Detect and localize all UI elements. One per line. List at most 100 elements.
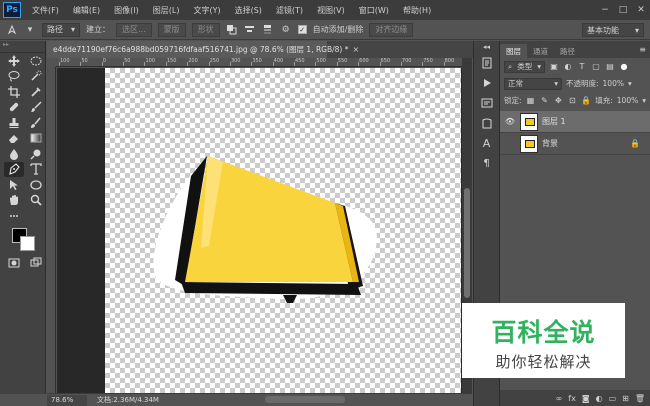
make-shape-button[interactable]: 形状 [191, 22, 220, 37]
type-filter-icon[interactable]: T [577, 62, 587, 71]
fill-value[interactable]: 100% [617, 96, 638, 105]
align-edges-button[interactable]: 对齐边缘 [369, 22, 414, 37]
auto-add-delete-checkbox[interactable]: ✓ [297, 25, 307, 34]
horizontal-ruler[interactable]: 100 50 0 50 100 150 200 250 300 350 400 450 500 550 60… [56, 58, 462, 67]
maximize-button[interactable]: □ [614, 5, 632, 15]
more-tools-icon[interactable] [4, 208, 24, 224]
document-info[interactable]: 文档:2.36M/4.34M [97, 395, 159, 405]
stamp-icon[interactable] [4, 115, 24, 131]
background-color-swatch[interactable] [20, 235, 35, 251]
tool-mode-select[interactable]: 路径 ▾ [42, 22, 81, 37]
quick-mask-icon[interactable] [4, 256, 24, 272]
actions-panel-icon[interactable] [474, 73, 499, 93]
pen-icon[interactable] [4, 161, 24, 177]
lasso-icon[interactable] [4, 69, 24, 85]
menu-window[interactable]: 窗口(W) [352, 5, 396, 16]
delete-layer-icon[interactable]: 🗑 [635, 394, 645, 403]
ellipse-icon[interactable] [26, 177, 46, 193]
history-panel-icon[interactable] [474, 53, 499, 73]
zoom-icon[interactable] [26, 193, 46, 209]
hand-icon[interactable] [4, 193, 24, 209]
menu-filter[interactable]: 滤镜(T) [269, 5, 310, 16]
gear-icon[interactable]: ⚙ [280, 24, 292, 36]
marquee-icon[interactable] [26, 53, 46, 69]
panel-menu-icon[interactable]: ≡ [639, 45, 650, 54]
pen-tool-preset-icon[interactable] [6, 24, 18, 36]
opacity-value[interactable]: 100% [603, 79, 624, 88]
document-tab[interactable]: e4dde71190ef76c6a988bd059716fdfaaf516741… [47, 41, 359, 58]
crop-icon[interactable] [4, 84, 24, 100]
filter-kind-select[interactable]: ⌕ 类型 ▾ [504, 60, 545, 73]
ruler-corner[interactable] [47, 58, 56, 67]
close-button[interactable]: ✕ [632, 5, 650, 15]
close-icon[interactable]: × [353, 45, 360, 54]
chevron-down-icon[interactable]: ▾ [628, 79, 632, 88]
menu-view[interactable]: 视图(V) [310, 5, 352, 16]
adjustments-panel-icon[interactable] [474, 113, 499, 133]
layer-style-icon[interactable]: fx [568, 394, 576, 403]
healing-icon[interactable] [4, 100, 24, 116]
menu-type[interactable]: 文字(Y) [186, 5, 227, 16]
pixel-filter-icon[interactable]: ▣ [549, 62, 559, 71]
tab-layers[interactable]: 图层 [500, 44, 527, 58]
lock-image-icon[interactable]: ✎ [539, 96, 549, 105]
path-select-icon[interactable] [4, 177, 24, 193]
eraser-icon[interactable] [4, 131, 24, 147]
menu-file[interactable]: 文件(F) [25, 5, 66, 16]
eye-icon[interactable]: 👁 [504, 117, 516, 126]
lock-transparent-icon[interactable]: ▦ [526, 96, 536, 105]
adjustment-filter-icon[interactable]: ◐ [563, 62, 573, 71]
lock-position-icon[interactable]: ✥ [553, 96, 563, 105]
tab-channels[interactable]: 通道 [527, 44, 554, 58]
new-layer-icon[interactable]: ⊞ [622, 394, 629, 403]
quick-select-icon[interactable] [26, 69, 46, 85]
layer-name[interactable]: 图层 1 [542, 116, 566, 127]
zoom-field[interactable]: 78.6% [47, 394, 87, 406]
panel-grip[interactable]: ▸▸ [0, 41, 45, 53]
layer-name[interactable]: 背景 [542, 138, 558, 149]
properties-panel-icon[interactable] [474, 93, 499, 113]
eyedropper-icon[interactable] [26, 84, 46, 100]
brush-icon[interactable] [26, 100, 46, 116]
blur-icon[interactable] [4, 146, 24, 162]
make-mask-button[interactable]: 蒙版 [157, 22, 186, 37]
gradient-icon[interactable] [26, 131, 46, 147]
workspace-select[interactable]: 基本功能 ▾ [582, 23, 644, 37]
move-icon[interactable] [4, 53, 24, 69]
layer-row[interactable]: 👁 图层 1 [500, 111, 650, 133]
tab-paths[interactable]: 路径 [554, 44, 581, 58]
adjustment-layer-icon[interactable]: ◐ [596, 394, 603, 403]
lock-all-icon[interactable]: 🔒 [581, 96, 591, 105]
vertical-ruler[interactable] [47, 67, 56, 393]
smart-object-filter-icon[interactable]: ▤ [605, 62, 615, 71]
menu-edit[interactable]: 编辑(E) [66, 5, 107, 16]
new-group-icon[interactable]: ▭ [609, 394, 617, 403]
filter-toggle-icon[interactable]: ● [619, 62, 629, 71]
horizontal-scroll-thumb[interactable] [265, 396, 345, 403]
vertical-scroll-thumb[interactable] [464, 188, 470, 298]
minimize-button[interactable]: − [596, 5, 614, 15]
make-selection-button[interactable]: 选区... [116, 22, 152, 37]
chevron-down-icon[interactable]: ▾ [24, 24, 36, 36]
menu-select[interactable]: 选择(S) [228, 5, 269, 16]
dodge-icon[interactable] [26, 146, 46, 162]
path-operations-icon[interactable] [226, 24, 238, 36]
path-alignment-icon[interactable] [244, 24, 256, 36]
history-brush-icon[interactable] [26, 115, 46, 131]
type-icon[interactable] [26, 162, 46, 178]
add-mask-icon[interactable]: ◙ [582, 394, 590, 403]
paragraph-panel-icon[interactable]: ¶ [474, 153, 499, 173]
menu-layer[interactable]: 图层(L) [146, 5, 187, 16]
layer-row[interactable]: 背景 🔒 [500, 133, 650, 155]
menu-image[interactable]: 图像(I) [107, 5, 146, 16]
collapse-icon[interactable]: ◂◂ [474, 41, 499, 53]
blend-mode-select[interactable]: 正常 ▾ [504, 77, 562, 90]
shape-filter-icon[interactable]: ▢ [591, 62, 601, 71]
character-panel-icon[interactable]: A [474, 133, 499, 153]
path-arrange-icon[interactable] [262, 24, 274, 36]
lock-artboard-icon[interactable]: ⊡ [567, 96, 577, 105]
screen-mode-icon[interactable] [26, 256, 46, 272]
chevron-down-icon[interactable]: ▾ [642, 96, 646, 105]
menu-help[interactable]: 帮助(H) [396, 5, 438, 16]
link-layers-icon[interactable]: ∞ [556, 394, 563, 403]
